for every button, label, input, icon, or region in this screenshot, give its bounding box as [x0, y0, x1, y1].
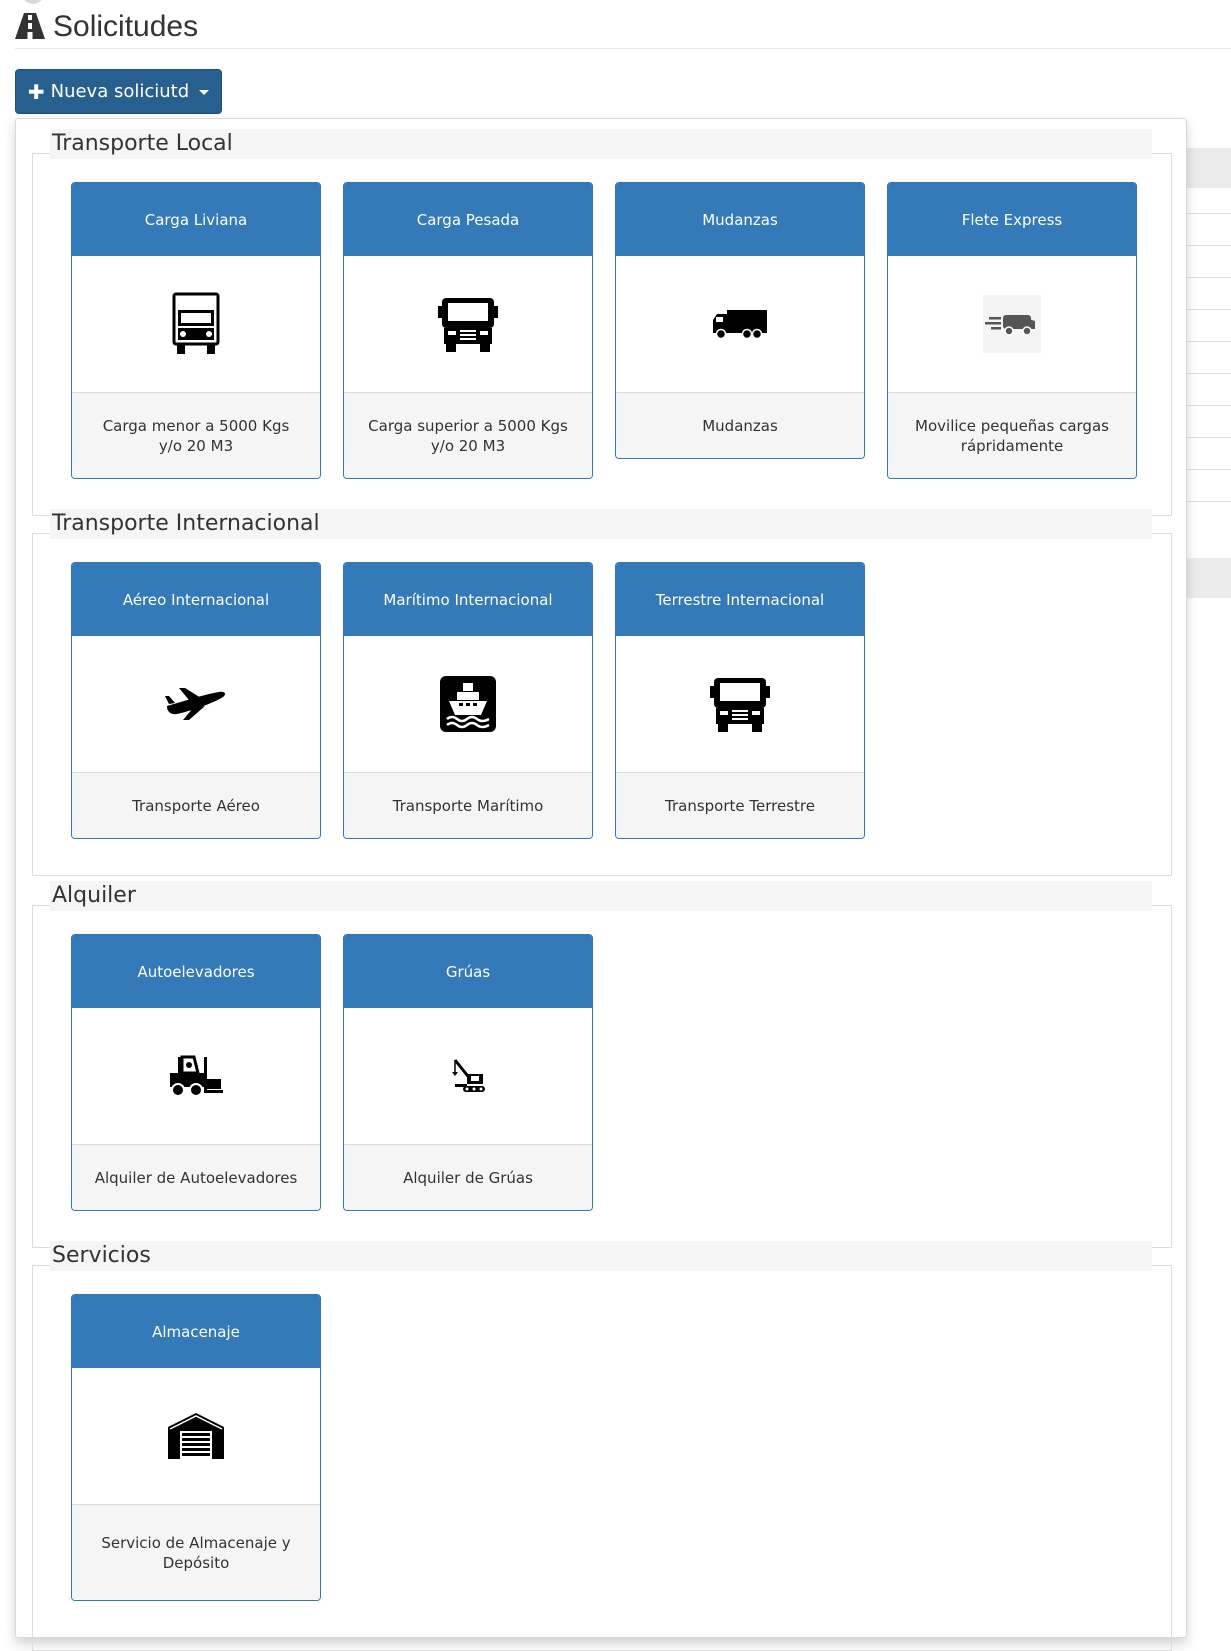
moving-truck-icon: [713, 310, 767, 340]
card-terrestre-internacional[interactable]: Terrestre Internacional Transporte Terre…: [615, 562, 865, 839]
card-header: Marítimo Internacional: [344, 563, 592, 636]
card-mudanzas[interactable]: Mudanzas Mudanzas: [615, 182, 865, 459]
group-title: Alquiler: [50, 881, 1152, 911]
card-aereo-internacional[interactable]: Aéreo Internacional Transporte Aéreo: [71, 562, 321, 839]
group-alquiler: Alquiler Autoelevadores Alquiler de Auto…: [32, 871, 1172, 1248]
ship-icon: [440, 676, 496, 732]
card-description: Transporte Aéreo: [72, 773, 320, 838]
card-description: Transporte Marítimo: [344, 773, 592, 838]
group-title: Servicios: [50, 1241, 1152, 1271]
road-icon: [15, 13, 45, 39]
express-delivery-icon: [983, 295, 1041, 353]
card-description: Transporte Terrestre: [616, 773, 864, 838]
group-title: Transporte Local: [50, 129, 1152, 159]
group-transporte-local: Transporte Local Carga Liviana Carga men…: [32, 119, 1172, 516]
card-description: Alquiler de Grúas: [344, 1145, 592, 1210]
card-description: Servicio de Almacenaje y Depósito: [72, 1505, 320, 1600]
airplane-icon: [165, 688, 226, 720]
card-maritimo-internacional[interactable]: Marítimo Internacional Transporte Maríti…: [343, 562, 593, 839]
card-header: Almacenaje: [72, 1295, 320, 1368]
avatar: [22, 0, 44, 4]
card-description: Carga menor a 5000 Kgs y/o 20 M3: [72, 393, 320, 478]
warehouse-icon: [168, 1413, 224, 1459]
crane-icon: [452, 1059, 485, 1092]
new-request-button[interactable]: ✚ Nueva soliciutd: [15, 69, 222, 114]
card-carga-pesada[interactable]: Carga Pesada Carga superior a 5000 Kgs y…: [343, 182, 593, 479]
card-header: Flete Express: [888, 183, 1136, 256]
card-description: Carga superior a 5000 Kgs y/o 20 M3: [344, 393, 592, 478]
card-header: Mudanzas: [616, 183, 864, 256]
page-header: Solicitudes: [15, 8, 1231, 49]
group-servicios: Servicios Almacenaje Servicio de Almacen…: [32, 1231, 1172, 1651]
plus-icon: ✚: [27, 79, 45, 104]
card-description: Mudanzas: [616, 393, 864, 458]
truck-front-icon: [710, 678, 770, 732]
card-header: Aéreo Internacional: [72, 563, 320, 636]
card-header: Carga Liviana: [72, 183, 320, 256]
card-description: Alquiler de Autoelevadores: [72, 1145, 320, 1210]
light-truck-icon: [172, 292, 220, 354]
heavy-truck-icon: [438, 298, 498, 352]
card-almacenaje[interactable]: Almacenaje Servicio de Almacenaje y Depó…: [71, 1294, 321, 1601]
card-header: Autoelevadores: [72, 935, 320, 1008]
card-header: Grúas: [344, 935, 592, 1008]
card-header: Carga Pesada: [344, 183, 592, 256]
page-title: Solicitudes: [53, 10, 199, 43]
new-request-label: Nueva soliciutd: [50, 81, 190, 102]
group-transporte-internacional: Transporte Internacional Aéreo Internaci…: [32, 499, 1172, 876]
new-request-dropdown: Transporte Local Carga Liviana Carga men…: [15, 118, 1187, 1651]
card-flete-express[interactable]: Flete Express Movilice pequeñas cargas r…: [887, 182, 1137, 479]
card-gruas[interactable]: Grúas Alquiler de Grúas: [343, 934, 593, 1211]
group-title: Transporte Internacional: [50, 509, 1152, 539]
card-header: Terrestre Internacional: [616, 563, 864, 636]
card-description: Movilice pequeñas cargas rápridamente: [888, 393, 1136, 478]
forklift-icon: [170, 1055, 223, 1097]
card-carga-liviana[interactable]: Carga Liviana Carga menor a 5000 Kgs y/o…: [71, 182, 321, 479]
card-autoelevadores[interactable]: Autoelevadores Alquiler de Autoelevadore…: [71, 934, 321, 1211]
caret-down-icon: [199, 90, 210, 95]
